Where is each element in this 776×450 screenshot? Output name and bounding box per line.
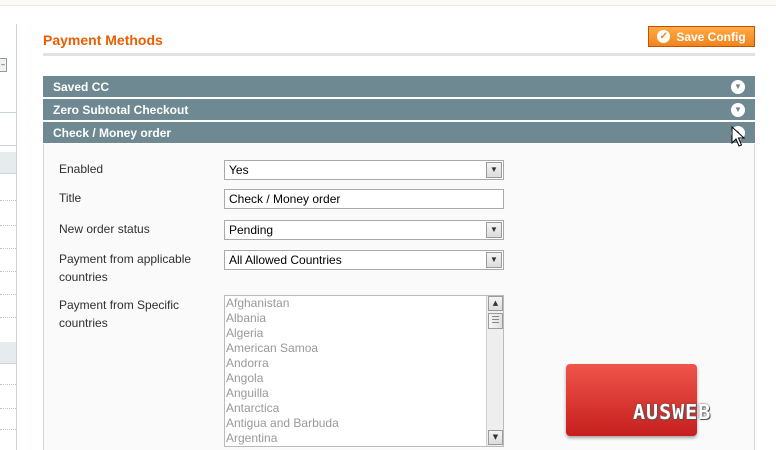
- scroll-down-icon[interactable]: ▼: [488, 430, 503, 445]
- sidebar-divider: [16, 24, 17, 450]
- order-status-value: Pending: [229, 223, 274, 237]
- specific-countries-multiselect[interactable]: Afghanistan Albania Algeria American Sam…: [224, 295, 504, 447]
- applicable-countries-label-line2: countries: [59, 270, 108, 284]
- sidebar-header: [0, 342, 16, 364]
- sidebar-row: [0, 317, 16, 318]
- watermark-logo: AUSWEB: [633, 400, 712, 424]
- country-option[interactable]: Algeria: [225, 326, 503, 341]
- left-sidebar-fragment: –: [0, 24, 16, 450]
- top-border: [0, 0, 776, 6]
- sidebar-row: [0, 225, 16, 226]
- sidebar-panel: [0, 112, 16, 146]
- chevron-down-icon[interactable]: ▼: [486, 252, 502, 268]
- sidebar-row: [0, 294, 16, 295]
- country-option[interactable]: Afghanistan: [225, 296, 503, 311]
- chevron-down-circle-icon[interactable]: ▼: [731, 80, 745, 94]
- enabled-label: Enabled: [59, 162, 104, 176]
- country-option[interactable]: Antarctica: [225, 401, 503, 416]
- chevron-down-icon[interactable]: ▼: [486, 162, 502, 178]
- section-label: Check / Money order: [53, 126, 172, 140]
- country-option[interactable]: Anguilla: [225, 386, 503, 401]
- section-label: Zero Subtotal Checkout: [53, 103, 189, 117]
- country-option[interactable]: American Samoa: [225, 341, 503, 356]
- enabled-select[interactable]: Yes ▼: [224, 160, 504, 180]
- country-option[interactable]: Albania: [225, 311, 503, 326]
- section-saved-cc[interactable]: Saved CC ▼: [43, 76, 755, 98]
- pointer-cursor-icon: [731, 126, 745, 147]
- sidebar-row: [0, 408, 16, 409]
- save-config-label: Save Config: [676, 29, 746, 44]
- title-label: Title: [59, 191, 82, 205]
- specific-countries-label-line1: Payment from Specific: [59, 298, 180, 312]
- section-check-money-order[interactable]: Check / Money order ▲: [43, 122, 755, 144]
- title-divider: [43, 53, 755, 56]
- country-option[interactable]: Antigua and Barbuda: [225, 416, 503, 431]
- scroll-up-icon[interactable]: ▲: [488, 296, 503, 311]
- applicable-countries-label: Payment from applicable countries: [59, 250, 191, 286]
- multiselect-scrollbar[interactable]: ▲ ▼: [486, 296, 503, 446]
- sidebar-row: [0, 271, 16, 272]
- country-option[interactable]: Angola: [225, 371, 503, 386]
- page-title: Payment Methods: [43, 32, 163, 48]
- applicable-countries-value: All Allowed Countries: [229, 253, 342, 267]
- sidebar-row: [0, 384, 16, 385]
- order-status-label: New order status: [59, 222, 150, 236]
- specific-countries-label-line2: countries: [59, 316, 108, 330]
- chevron-down-circle-icon[interactable]: ▼: [731, 103, 745, 117]
- title-input[interactable]: Check / Money order: [224, 189, 504, 209]
- section-label: Saved CC: [53, 80, 110, 94]
- applicable-countries-select[interactable]: All Allowed Countries ▼: [224, 250, 504, 270]
- specific-countries-label: Payment from Specific countries: [59, 296, 179, 332]
- sidebar-header: [0, 152, 16, 174]
- enabled-select-value: Yes: [229, 163, 249, 177]
- sidebar-scroll-button[interactable]: –: [0, 58, 7, 72]
- country-option[interactable]: Argentina: [225, 431, 503, 446]
- sidebar-row: [0, 200, 16, 201]
- applicable-countries-label-line1: Payment from applicable: [59, 252, 192, 266]
- country-option[interactable]: Andorra: [225, 356, 503, 371]
- sidebar-row: [0, 248, 16, 249]
- sidebar-row: [0, 429, 16, 430]
- order-status-select[interactable]: Pending ▼: [224, 220, 504, 240]
- scroll-thumb[interactable]: [488, 313, 503, 329]
- check-icon: ✓: [657, 30, 671, 43]
- section-zero-subtotal-checkout[interactable]: Zero Subtotal Checkout ▼: [43, 99, 755, 121]
- chevron-down-icon[interactable]: ▼: [486, 222, 502, 238]
- save-config-button[interactable]: ✓ Save Config: [648, 26, 755, 47]
